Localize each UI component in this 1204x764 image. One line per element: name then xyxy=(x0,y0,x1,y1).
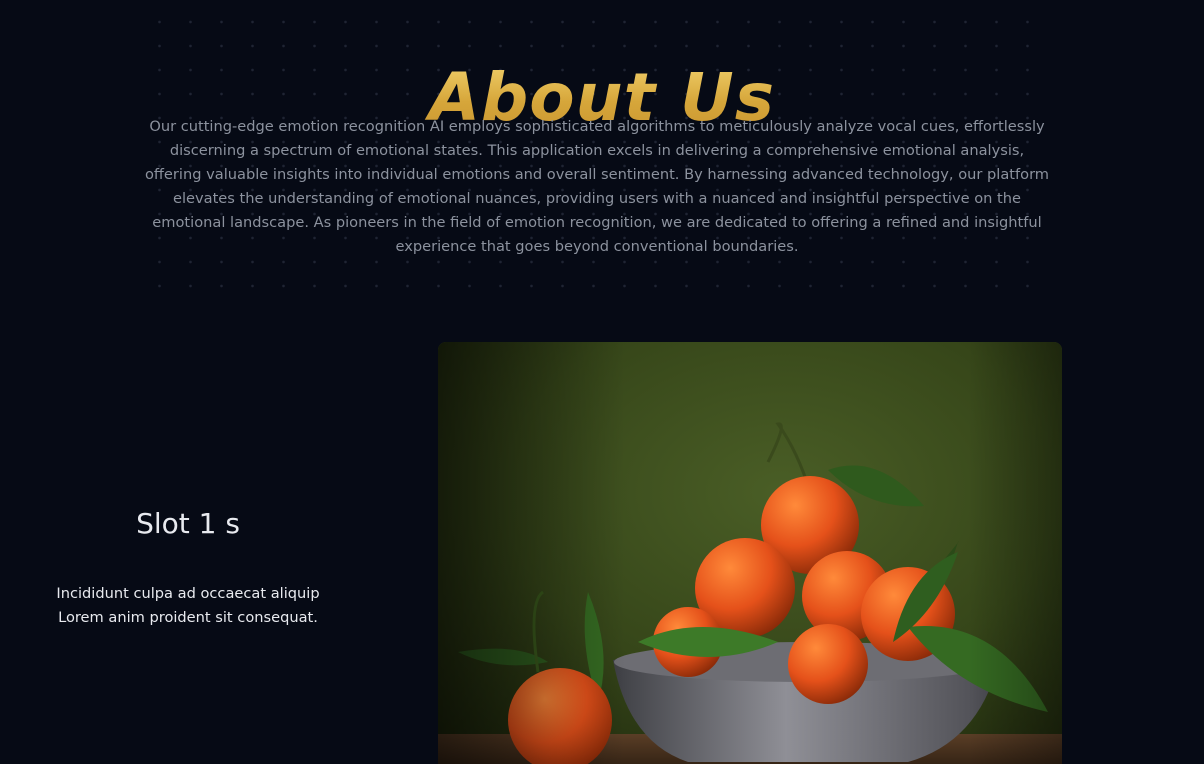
tangerine-bowl-image xyxy=(438,342,1062,764)
slot-title: Slot 1 s xyxy=(136,507,240,540)
slot-description: Incididunt culpa ad occaecat aliquip Lor… xyxy=(56,585,320,626)
about-description: Our cutting-edge emotion recognition AI … xyxy=(144,118,1050,255)
